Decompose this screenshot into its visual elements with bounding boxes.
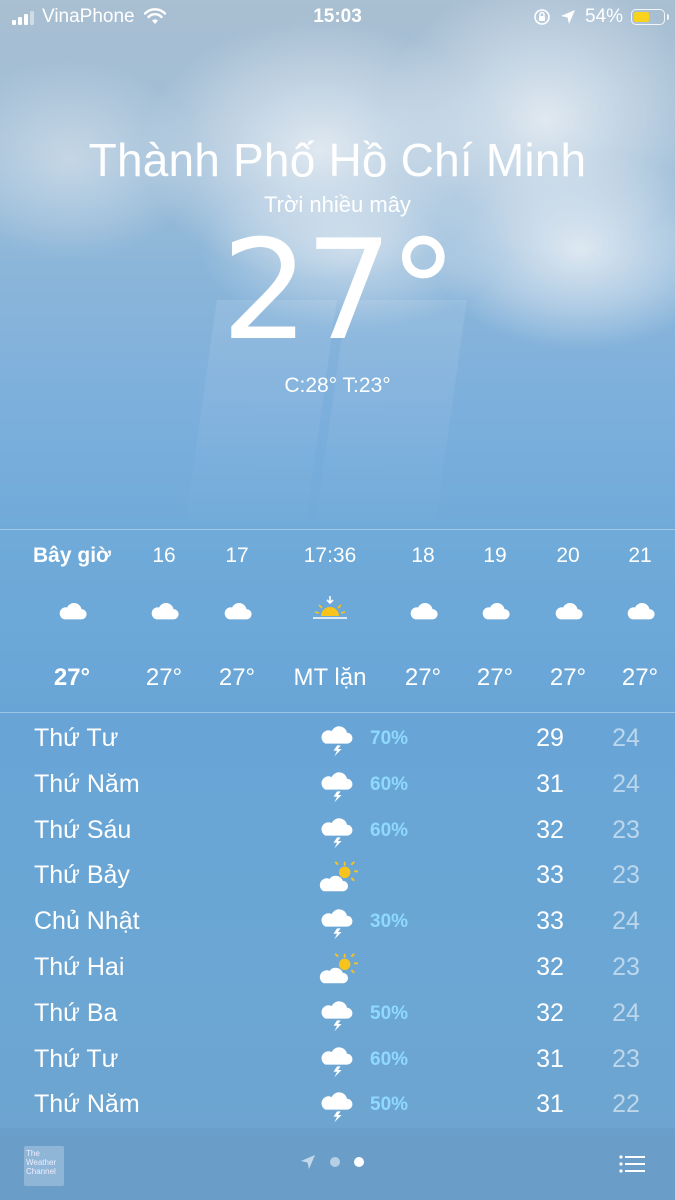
day-name: Thứ Năm <box>34 769 140 798</box>
daily-row: Thứ Hai 32 23 <box>0 945 675 991</box>
thunderstorm-icon <box>318 905 362 945</box>
low-temperature: 24 <box>612 769 640 798</box>
hour-label: 18 <box>411 544 435 567</box>
daily-row: Thứ Tư 60% 31 23 <box>0 1037 675 1083</box>
sunset-icon <box>310 594 350 622</box>
battery-level <box>634 12 649 22</box>
daily-row: Thứ Ba 50% 32 24 <box>0 991 675 1037</box>
high-temperature: 32 <box>536 953 564 981</box>
battery-icon <box>631 9 669 25</box>
cloud-icon <box>407 596 441 624</box>
partly-sunny-icon <box>318 859 362 899</box>
page-dot[interactable] <box>330 1157 340 1167</box>
location-arrow-icon <box>560 10 575 24</box>
hour-label: 21 <box>628 544 652 567</box>
high-low-temperature: C:28° T:23° <box>284 374 391 397</box>
current-temperature: 27° <box>221 210 458 371</box>
high-temperature: 29 <box>536 724 564 752</box>
low-temperature: 23 <box>612 815 640 844</box>
thunderstorm-icon <box>318 814 362 854</box>
thunderstorm-icon <box>318 1043 362 1083</box>
day-name: Thứ Hai <box>34 953 125 981</box>
day-name: Thứ Tư <box>34 724 119 752</box>
high-temperature: 31 <box>536 1044 564 1073</box>
battery-percent: 54% <box>584 6 623 27</box>
divider <box>0 712 675 713</box>
weather-channel-logo[interactable]: The Weather Channel <box>24 1146 64 1186</box>
daily-row: Chủ Nhật 30% 33 24 <box>0 899 675 945</box>
hour-temperature: 27° <box>621 664 659 691</box>
hourly-item: 17 27° <box>197 530 277 712</box>
thunderstorm-icon <box>318 997 362 1037</box>
precipitation-probability: 60% <box>370 819 409 841</box>
hour-label: 20 <box>556 544 580 567</box>
low-temperature: 23 <box>612 953 640 981</box>
hourly-item: Bây giờ 27° <box>32 530 112 712</box>
daily-row: Thứ Năm 60% 31 24 <box>0 762 675 808</box>
daily-row: Thứ Tư 70% 29 24 <box>0 716 675 762</box>
daily-row: Thứ Năm 50% 31 22 <box>0 1082 675 1128</box>
cloud-icon <box>56 596 90 624</box>
hour-temperature: 27° <box>53 664 91 691</box>
thunderstorm-icon <box>318 768 362 808</box>
thunderstorm-icon <box>318 722 362 762</box>
day-name: Thứ Năm <box>34 1090 140 1119</box>
precipitation-probability: 60% <box>370 773 409 795</box>
hour-temperature: 27° <box>218 664 256 691</box>
high-temperature: 33 <box>536 907 564 936</box>
day-name: Thứ Ba <box>34 998 118 1027</box>
page-dot-active[interactable] <box>354 1157 364 1167</box>
day-name: Chủ Nhật <box>34 907 140 936</box>
cloud-icon <box>552 596 586 624</box>
hour-temperature: MT lặn <box>293 664 367 691</box>
day-name: Thứ Tư <box>34 1044 119 1073</box>
precipitation-probability: 60% <box>370 1048 409 1070</box>
page-indicator[interactable] <box>300 1154 364 1170</box>
precipitation-probability: 50% <box>370 1094 409 1116</box>
status-bar: VinaPhone 15:03 54% <box>0 0 675 34</box>
hour-label: 17 <box>225 544 249 567</box>
cloud-icon <box>221 596 255 624</box>
bottom-toolbar: The Weather Channel <box>0 1128 675 1200</box>
city-name: Thành Phố Hồ Chí Minh <box>88 134 587 186</box>
high-temperature: 32 <box>536 815 564 844</box>
hour-label: Bây giờ <box>33 544 111 567</box>
hourly-forecast[interactable]: Bây giờ 27° 16 27° 17 27° 17:36 MT lặn 18 27° 19 27… <box>0 530 675 712</box>
precipitation-probability: 30% <box>370 911 409 933</box>
hourly-item: 21 27° <box>600 530 675 712</box>
daily-row: Thứ Sáu 60% 32 23 <box>0 808 675 854</box>
hour-label: 16 <box>152 544 176 567</box>
low-temperature: 24 <box>612 907 640 936</box>
hour-label: 19 <box>483 544 507 567</box>
thunderstorm-icon <box>318 1088 362 1128</box>
precipitation-probability: 70% <box>370 728 409 749</box>
low-temperature: 22 <box>612 1090 640 1119</box>
low-temperature: 24 <box>612 724 640 752</box>
high-temperature: 33 <box>536 861 564 890</box>
high-temperature: 31 <box>536 769 564 798</box>
cloud-icon <box>148 596 182 624</box>
day-name: Thứ Bảy <box>34 861 130 890</box>
low-temperature: 23 <box>612 1044 640 1073</box>
hourly-item: 17:36 MT lặn <box>290 530 370 712</box>
location-arrow-icon <box>301 1155 315 1169</box>
hour-label: 17:36 <box>303 544 357 567</box>
city-list-icon[interactable] <box>619 1154 645 1174</box>
partly-sunny-icon <box>318 951 362 991</box>
orientation-lock-icon <box>534 9 550 25</box>
daily-row: Thứ Bảy 33 23 <box>0 853 675 899</box>
high-temperature: 31 <box>536 1090 564 1119</box>
cloud-icon <box>479 596 513 624</box>
high-temperature: 32 <box>536 998 564 1027</box>
low-temperature: 23 <box>612 861 640 890</box>
low-temperature: 24 <box>612 998 640 1027</box>
precipitation-probability: 50% <box>370 1002 409 1024</box>
day-name: Thứ Sáu <box>34 815 132 844</box>
cloud-icon <box>624 596 658 624</box>
